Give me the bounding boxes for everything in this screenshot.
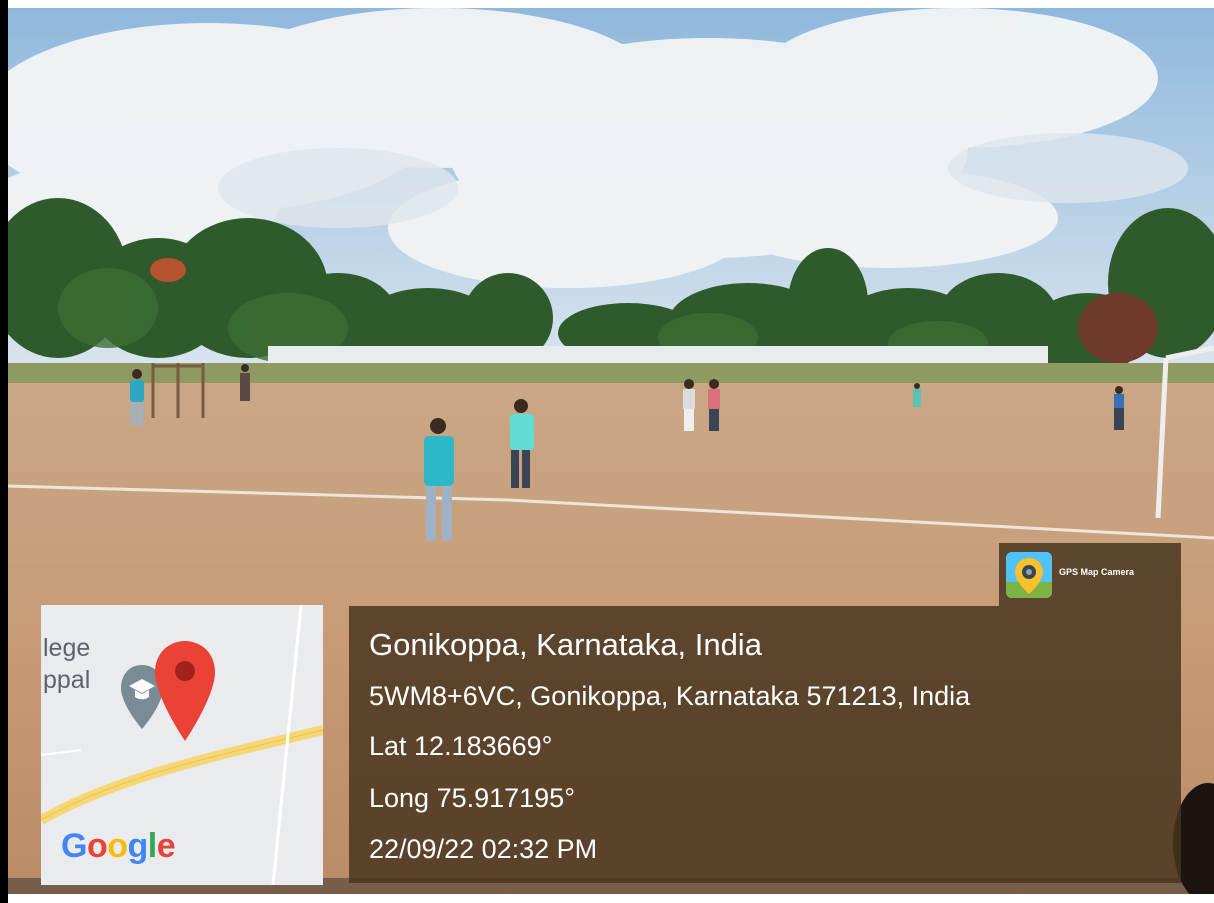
black-border bbox=[0, 0, 8, 903]
map-label-line2: ppal bbox=[43, 666, 91, 694]
map-label-line1: lege bbox=[43, 634, 91, 662]
google-letter: o bbox=[107, 827, 128, 865]
app-tag: GPS Map Camera bbox=[999, 543, 1181, 606]
google-logo: Google bbox=[61, 827, 176, 866]
google-letter: e bbox=[156, 827, 176, 865]
google-letter: o bbox=[86, 827, 108, 865]
gps-map-camera-icon bbox=[1006, 552, 1052, 598]
google-letter: g bbox=[127, 827, 149, 865]
map-thumbnail: lege ppal Google bbox=[41, 605, 323, 885]
location-info-box: Gonikoppa, Karnataka, India 5WM8+6VC, Go… bbox=[349, 606, 1181, 883]
google-letter: l bbox=[147, 827, 157, 865]
location-pin-icon bbox=[155, 641, 215, 741]
google-letter: G bbox=[61, 827, 87, 865]
datetime-text: 22/09/22 02:32 PM bbox=[369, 834, 598, 864]
app-name: GPS Map Camera bbox=[1059, 567, 1135, 577]
latitude-text: Lat 12.183669° bbox=[369, 731, 553, 761]
longitude-text: Long 75.917195° bbox=[369, 783, 575, 813]
location-address: 5WM8+6VC, Gonikoppa, Karnataka 571213, I… bbox=[369, 681, 971, 711]
location-title: Gonikoppa, Karnataka, India bbox=[369, 627, 762, 662]
